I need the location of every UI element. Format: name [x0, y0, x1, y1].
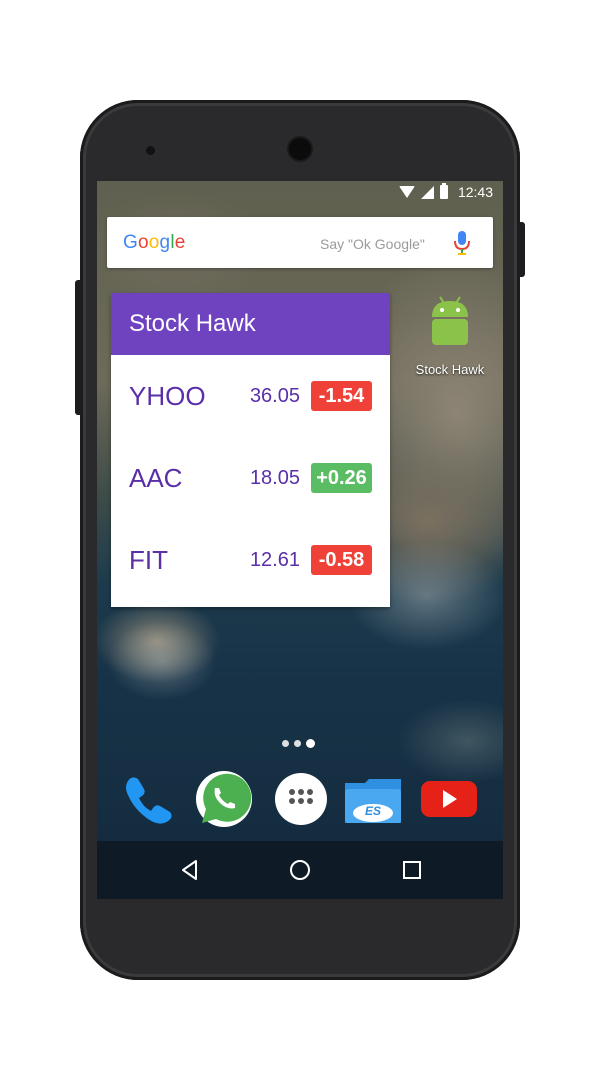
stock-row[interactable]: FIT 12.61 -0.58	[111, 519, 390, 601]
back-icon[interactable]	[177, 857, 203, 883]
front-camera	[289, 138, 311, 160]
stock-change-badge: -1.54	[311, 381, 372, 411]
signal-icon	[420, 185, 434, 199]
home-icon[interactable]	[287, 857, 313, 883]
battery-icon	[439, 183, 448, 199]
mic-icon[interactable]	[454, 231, 470, 255]
status-time: 12:43	[457, 184, 493, 200]
search-hint: Say "Ok Google"	[320, 236, 425, 252]
page-indicator	[282, 739, 315, 748]
es-file-explorer-icon[interactable]: ES	[343, 769, 403, 829]
stock-change-badge: +0.26	[311, 463, 372, 493]
youtube-icon[interactable]	[419, 769, 479, 829]
svg-text:ES: ES	[365, 804, 381, 818]
navigation-bar	[97, 841, 503, 899]
app-dock: ES	[97, 769, 503, 829]
widget-title: Stock Hawk	[129, 310, 256, 337]
stock-hawk-shortcut[interactable]: Stock Hawk	[410, 291, 490, 377]
power-button	[519, 222, 525, 277]
stock-symbol: YHOO	[129, 381, 206, 411]
home-screen: 12:43 Google Say "Ok Google" Stock Hawk …	[97, 181, 503, 899]
shortcut-label: Stock Hawk	[415, 362, 485, 377]
android-icon	[432, 296, 468, 345]
google-search-bar[interactable]: Google Say "Ok Google"	[107, 217, 493, 268]
wifi-icon	[398, 186, 415, 198]
app-drawer-icon[interactable]	[271, 769, 331, 829]
stock-price: 18.05	[249, 467, 300, 489]
stock-price: 36.05	[249, 385, 300, 407]
stock-symbol: FIT	[129, 545, 168, 575]
widget-header: Stock Hawk	[111, 293, 390, 355]
page-dot-active	[306, 739, 315, 748]
page-dot	[294, 740, 301, 747]
stock-row[interactable]: AAC 18.05 +0.26	[111, 437, 390, 519]
google-logo: Google	[123, 232, 186, 253]
proximity-sensor	[146, 146, 155, 155]
stock-price: 12.61	[249, 549, 300, 571]
wallpaper-foam	[107, 621, 217, 701]
stock-change-badge: -0.58	[311, 545, 372, 575]
stock-widget[interactable]: Stock Hawk YHOO 36.05 -1.54 AAC 18.05 +0…	[111, 293, 390, 607]
whatsapp-icon[interactable]	[194, 769, 254, 829]
recents-icon[interactable]	[399, 857, 425, 883]
stock-symbol: AAC	[129, 463, 183, 493]
phone-icon[interactable]	[118, 769, 178, 829]
page-dot	[282, 740, 289, 747]
volume-button	[75, 280, 81, 415]
stock-row[interactable]: YHOO 36.05 -1.54	[111, 355, 390, 437]
status-bar: 12:43	[97, 181, 503, 205]
